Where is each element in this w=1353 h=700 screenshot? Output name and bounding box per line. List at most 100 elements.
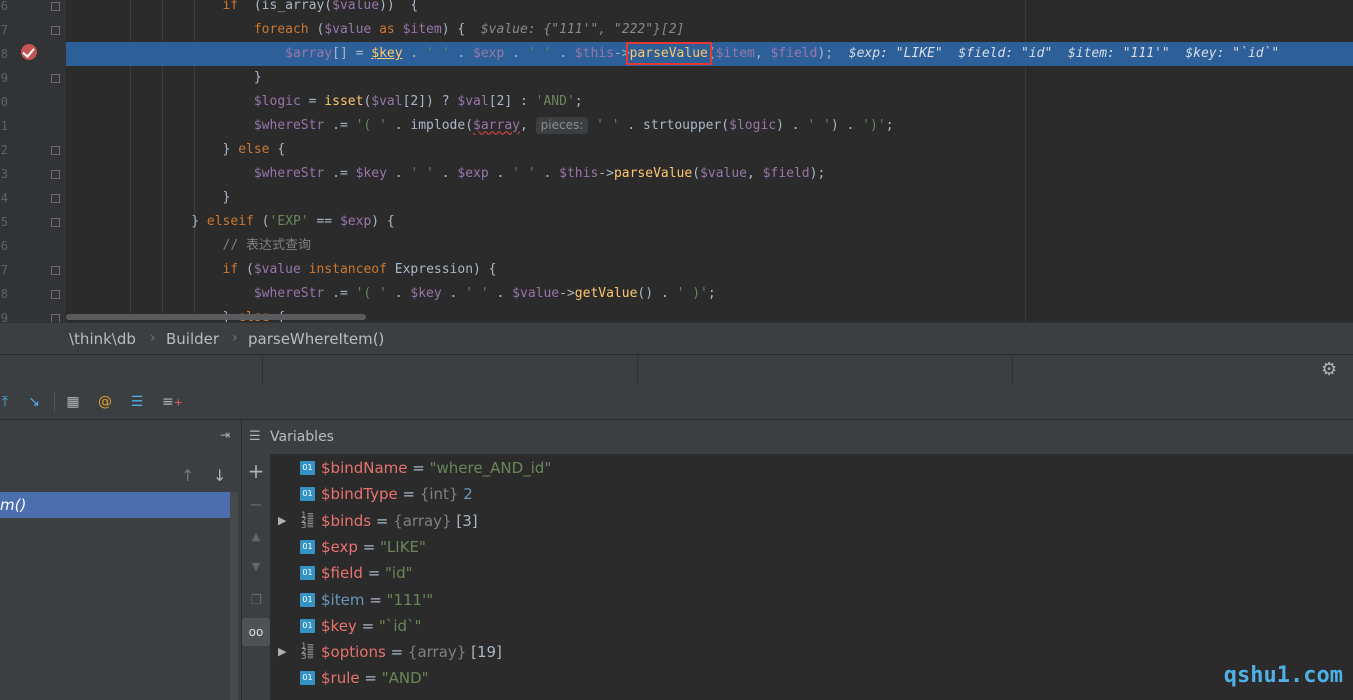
code-token: elseif bbox=[206, 214, 254, 229]
frames-list-icon[interactable]: ☰ bbox=[128, 393, 146, 411]
add-watch-icon[interactable]: + bbox=[247, 461, 265, 481]
code-line[interactable]: $logic = isset($val[2]) ? $val[2] : 'AND… bbox=[66, 90, 1353, 114]
code-line[interactable]: } bbox=[66, 186, 1353, 210]
remove-watch-icon[interactable]: − bbox=[247, 496, 265, 514]
code-token: foreach bbox=[253, 22, 309, 37]
code-token: ) . bbox=[776, 118, 808, 133]
fold-marker-icon[interactable] bbox=[51, 218, 60, 227]
variable-row[interactable]: 01 $exp = "LIKE" bbox=[270, 534, 1353, 560]
code-token: . bbox=[535, 166, 560, 181]
variable-value: "where_AND_id" bbox=[429, 459, 552, 477]
code-line[interactable]: if (is_array($value)) { bbox=[66, 0, 1353, 18]
code-line[interactable]: $whereStr .= $key . ' ' . $exp . ' ' . $… bbox=[66, 162, 1353, 186]
line-number[interactable]: 9 bbox=[0, 71, 8, 85]
code-line[interactable]: } else { bbox=[66, 138, 1353, 162]
fold-marker-icon[interactable] bbox=[51, 266, 60, 275]
code-token: ' )' bbox=[676, 286, 708, 301]
variable-type: {int} bbox=[419, 485, 459, 504]
breakpoint-icon[interactable] bbox=[21, 44, 37, 60]
code-token: . strtoupper( bbox=[619, 118, 730, 133]
line-number[interactable]: 0 bbox=[0, 95, 8, 109]
variable-row[interactable]: ▶ 1≡ 2≡ 3≡ $binds = {array} [3] bbox=[270, 508, 1353, 534]
copy-icon[interactable]: ❐ bbox=[247, 592, 265, 610]
breadcrumb-method[interactable]: parseWhereItem() bbox=[248, 330, 384, 348]
line-number[interactable]: 8 bbox=[0, 287, 8, 301]
variable-row[interactable]: 01 $bindType = {int} 2 bbox=[270, 481, 1353, 507]
evaluate-expression-icon[interactable]: ▦ bbox=[64, 393, 82, 411]
fold-marker-icon[interactable] bbox=[51, 170, 60, 179]
arrow-down-icon[interactable]: ↓ bbox=[213, 466, 226, 485]
code-token: getValue bbox=[574, 286, 638, 301]
line-number[interactable]: 7 bbox=[0, 23, 8, 37]
variable-row[interactable]: 01 $rule = "AND" bbox=[270, 665, 1353, 691]
glasses-icon[interactable]: oo bbox=[242, 618, 270, 646]
horizontal-scrollbar[interactable] bbox=[66, 314, 366, 320]
gear-icon[interactable]: ⚙ bbox=[1321, 361, 1339, 379]
line-number[interactable]: 7 bbox=[0, 263, 8, 277]
debug-tab-strip: ⚙ bbox=[0, 354, 1353, 386]
highlighted-call: parseValue bbox=[625, 42, 712, 65]
selected-frame[interactable]: m() bbox=[0, 492, 230, 518]
chevron-right-icon: › bbox=[232, 330, 238, 346]
code-line[interactable]: if ($value instanceof Expression) { bbox=[66, 258, 1353, 282]
code-token: $value bbox=[253, 262, 301, 277]
line-number[interactable]: 8 bbox=[0, 47, 8, 61]
code-token: ' ' bbox=[527, 46, 552, 61]
code-line[interactable]: } bbox=[66, 66, 1353, 90]
code-token: $logic bbox=[729, 118, 777, 133]
expand-arrow-icon[interactable]: ▶ bbox=[278, 508, 286, 534]
code-token: [2]) ? bbox=[402, 94, 458, 109]
expand-arrow-icon[interactable]: ▶ bbox=[278, 639, 286, 665]
run-to-cursor-icon[interactable]: ↘ bbox=[25, 393, 43, 411]
code-token: '( ' bbox=[355, 286, 387, 301]
variable-name-text: $field bbox=[321, 564, 363, 583]
code-line[interactable]: // 表达式查询 bbox=[66, 234, 1353, 258]
code-token: 'EXP' bbox=[269, 214, 309, 229]
variable-row[interactable]: 01 $item = "111'" bbox=[270, 587, 1353, 613]
debug-toolbar: ⤒ ↘ ▦ @ ☰ ≡+ bbox=[0, 385, 1353, 420]
move-down-icon[interactable]: ▼ bbox=[247, 558, 265, 576]
variable-row[interactable]: 01 $key = "`id`" bbox=[270, 613, 1353, 639]
chevron-right-icon: › bbox=[150, 330, 156, 346]
line-number[interactable]: 1 bbox=[0, 119, 8, 133]
add-list-icon[interactable]: ≡+ bbox=[162, 393, 183, 411]
code-token: $exp bbox=[473, 46, 505, 61]
execution-line[interactable]: $array[] = $key . ' ' . $exp . ' ' . $th… bbox=[66, 42, 1353, 66]
restore-layout-icon[interactable]: ⇥ bbox=[220, 428, 230, 442]
line-number[interactable]: 9 bbox=[0, 311, 8, 322]
fold-marker-icon[interactable] bbox=[51, 146, 60, 155]
code-line[interactable]: } elseif ('EXP' == $exp) { bbox=[66, 210, 1353, 234]
line-number[interactable]: 3 bbox=[0, 167, 8, 181]
move-up-icon[interactable]: ▲ bbox=[247, 528, 265, 546]
variable-row[interactable]: ▶ 1≡ 2≡ 3≡ $options = {array} [19] bbox=[270, 639, 1353, 665]
variable-row[interactable]: 01 $bindName = "where_AND_id" bbox=[270, 455, 1353, 481]
code-token: . bbox=[449, 46, 474, 61]
code-token: $field bbox=[770, 46, 818, 61]
line-number[interactable]: 6 bbox=[0, 0, 8, 13]
list-icon: ☰ bbox=[249, 429, 261, 444]
line-number[interactable]: 2 bbox=[0, 143, 8, 157]
arrow-up-icon[interactable]: ↑ bbox=[181, 466, 194, 485]
step-out-icon[interactable]: ⤒ bbox=[0, 393, 14, 411]
line-number[interactable]: 5 bbox=[0, 215, 8, 229]
fold-marker-icon[interactable] bbox=[51, 2, 60, 11]
variable-row[interactable]: 01 $field = "id" bbox=[270, 560, 1353, 586]
code-token: ( bbox=[308, 22, 325, 37]
watch-icon[interactable]: @ bbox=[96, 393, 114, 411]
frames-scrollbar[interactable] bbox=[230, 492, 238, 700]
line-number[interactable]: 4 bbox=[0, 191, 8, 205]
fold-marker-icon[interactable] bbox=[51, 26, 60, 35]
code-editor[interactable]: 6 7 8 9 0 1 2 3 4 5 6 7 8 9 if (is_array($value)) { f… bbox=[0, 0, 1353, 322]
fold-marker-icon[interactable] bbox=[51, 290, 60, 299]
code-line[interactable]: $whereStr .= '( ' . $key . ' ' . $value-… bbox=[66, 282, 1353, 306]
line-number[interactable]: 6 bbox=[0, 239, 8, 253]
breadcrumb-class[interactable]: Builder bbox=[166, 330, 219, 348]
fold-marker-icon[interactable] bbox=[51, 74, 60, 83]
code-token: , bbox=[754, 46, 771, 61]
code-line[interactable]: foreach ($value as $item) { $value: {"11… bbox=[66, 18, 1353, 42]
fold-marker-icon[interactable] bbox=[51, 314, 60, 322]
breadcrumb-namespace[interactable]: \think\db bbox=[69, 330, 136, 348]
fold-marker-icon[interactable] bbox=[51, 194, 60, 203]
code-line[interactable]: $whereStr .= '( ' . implode($array, piec… bbox=[66, 114, 1353, 138]
